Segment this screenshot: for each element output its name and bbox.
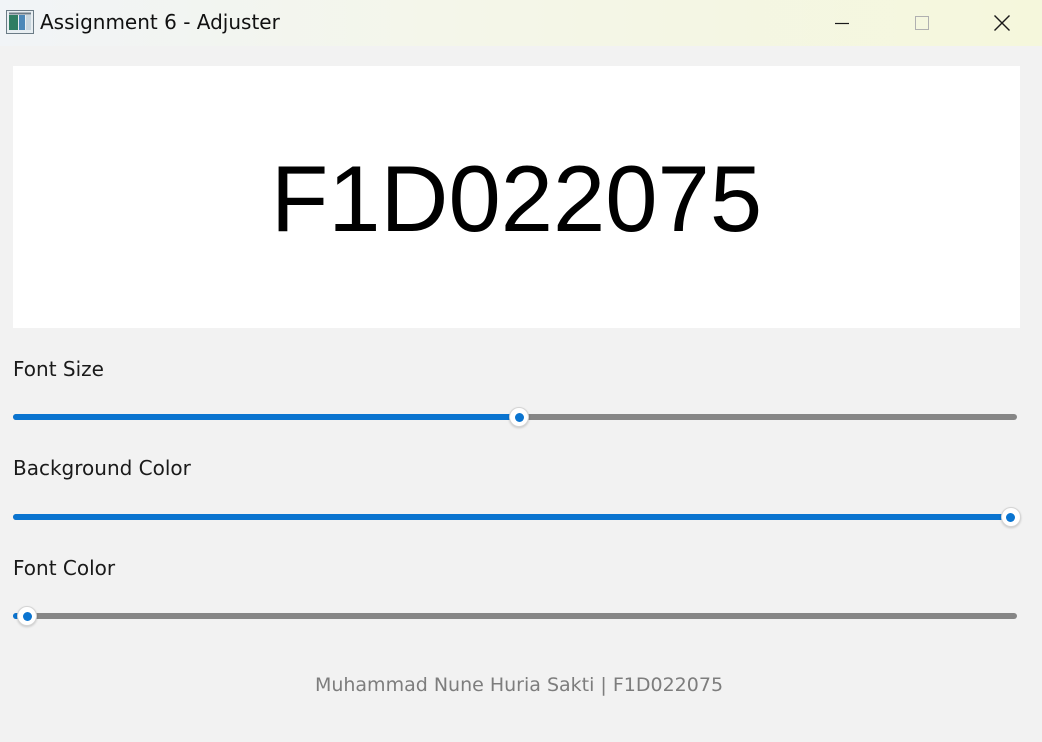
footer-credit: Muhammad Nune Huria Sakti | F1D022075: [314, 674, 724, 696]
slider-thumb[interactable]: [17, 606, 38, 626]
close-button[interactable]: [962, 0, 1042, 46]
preview-panel: F1D022075: [13, 66, 1020, 328]
title-bar: Assignment 6 - Adjuster: [0, 0, 1042, 46]
background-color-slider[interactable]: [13, 505, 1021, 529]
slider-fill: [13, 414, 520, 420]
slider-thumb[interactable]: [1000, 507, 1021, 527]
slider-fill: [13, 514, 1011, 520]
app-icon: [6, 10, 34, 34]
maximize-button[interactable]: [882, 0, 962, 46]
close-icon: [994, 15, 1010, 31]
preview-text: F1D022075: [270, 146, 763, 251]
window-title: Assignment 6 - Adjuster: [40, 10, 280, 34]
slider-track: [13, 613, 1017, 619]
font-size-slider[interactable]: [13, 405, 1017, 429]
slider-thumb[interactable]: [509, 407, 530, 427]
minimize-icon: [835, 22, 849, 25]
font-size-label: Font Size: [13, 357, 104, 381]
maximize-icon: [915, 16, 929, 30]
background-color-label: Background Color: [13, 456, 191, 480]
minimize-button[interactable]: [802, 0, 882, 46]
font-color-slider[interactable]: [13, 604, 1017, 628]
font-color-label: Font Color: [13, 556, 116, 580]
